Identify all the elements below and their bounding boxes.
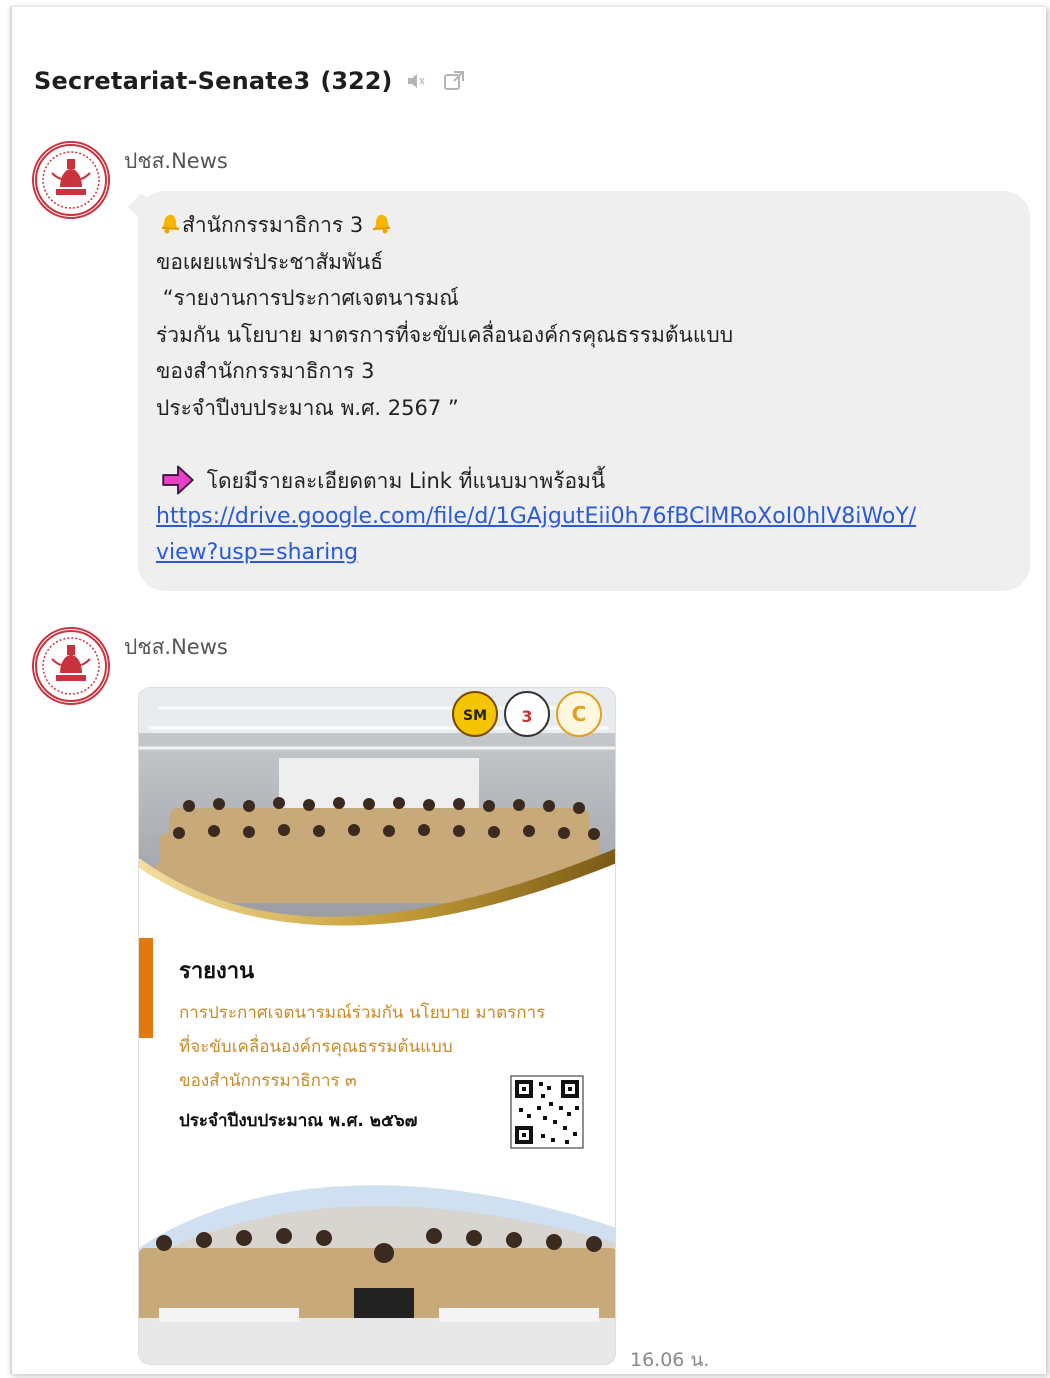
link-intro-text: โดยมีรายละเอียดตาม Link ที่แนบมาพร้อมนี้: [206, 468, 606, 493]
avatar[interactable]: [32, 627, 110, 705]
message-line: สำนักกรรมาธิการ 3: [156, 207, 1010, 244]
message-line-2: ขอเผยแพร่ประชาสัมพันธ์: [156, 249, 384, 274]
poster-graphic: SM 3 C รายงาน การประกาศเจตนารมณ์ร่วมกัน …: [139, 688, 615, 1364]
poster-line-1: การประกาศเจตนารมณ์ร่วมกัน นโยบาย มาตรการ: [179, 1002, 545, 1023]
member-count: (322): [320, 67, 393, 95]
bell-emoji-icon: [161, 214, 180, 234]
chat-title: Secretariat-Senate3: [34, 67, 311, 95]
message-line-6: ประจำปีงบประมาณ พ.ศ. 2567 ”: [156, 395, 459, 420]
senate-emblem-icon: [35, 144, 107, 216]
message-1: ปชส.News สำนักกรรมาธิการ 3 ขอเผยแพร่ประช…: [32, 141, 1032, 601]
accent-bar: [139, 938, 153, 1038]
svg-text:C: C: [572, 702, 587, 726]
chat-header: Secretariat-Senate3 (322): [34, 59, 468, 103]
bell-emoji-icon: [372, 214, 390, 234]
drive-link-line-2[interactable]: view?usp=sharing: [156, 535, 1010, 571]
message-2: ปชส.News SM 3 C รายงาน การประกาศเจตนารมณ…: [32, 627, 1032, 1371]
message-line-5: ของสำนักกรรมาธิการ 3: [156, 359, 375, 383]
message-line-3: “รายงานการประกาศเจตนารมณ์: [156, 286, 459, 310]
sender-name: ปชส.News: [124, 149, 228, 173]
chat-window: Secretariat-Senate3 (322) ปชส.News สำนัก…: [10, 6, 1046, 1374]
poster-line-3: ของสำนักกรรมาธิการ ๓: [179, 1071, 357, 1091]
external-window-icon[interactable]: [440, 67, 468, 95]
senate-emblem-icon: [35, 630, 107, 702]
right-arrow-emoji-icon: [162, 465, 194, 494]
message-timestamp: 16.06 น.: [630, 1349, 710, 1371]
poster-fiscal-year: ประจำปีงบประมาณ พ.ศ. ๒๕๖๗: [179, 1110, 418, 1131]
poster-line-2: ที่จะขับเคลื่อนองค์กรคุณธรรมต้นแบบ: [179, 1034, 453, 1057]
message-line-4: ร่วมกัน นโยบาย มาตรการที่จะขับเคลื่อนองค…: [156, 322, 734, 347]
avatar[interactable]: [32, 141, 110, 219]
qr-code-icon: [510, 1075, 584, 1149]
drive-link-line-1[interactable]: https://drive.google.com/file/d/1GAjgutE…: [156, 499, 1010, 535]
sender-name: ปชส.News: [124, 635, 228, 659]
svg-text:3: 3: [521, 707, 532, 726]
speaker-muted-icon[interactable]: [402, 67, 430, 95]
message-line-1: สำนักกรรมาธิการ 3: [182, 213, 364, 237]
svg-text:SM: SM: [463, 708, 487, 724]
poster-image[interactable]: SM 3 C รายงาน การประกาศเจตนารมณ์ร่วมกัน …: [138, 687, 616, 1365]
message-line-7: โดยมีรายละเอียดตาม Link ที่แนบมาพร้อมนี้: [156, 463, 1010, 500]
poster-heading: รายงาน: [179, 959, 254, 984]
message-bubble: สำนักกรรมาธิการ 3 ขอเผยแพร่ประชาสัมพันธ์…: [138, 191, 1030, 591]
